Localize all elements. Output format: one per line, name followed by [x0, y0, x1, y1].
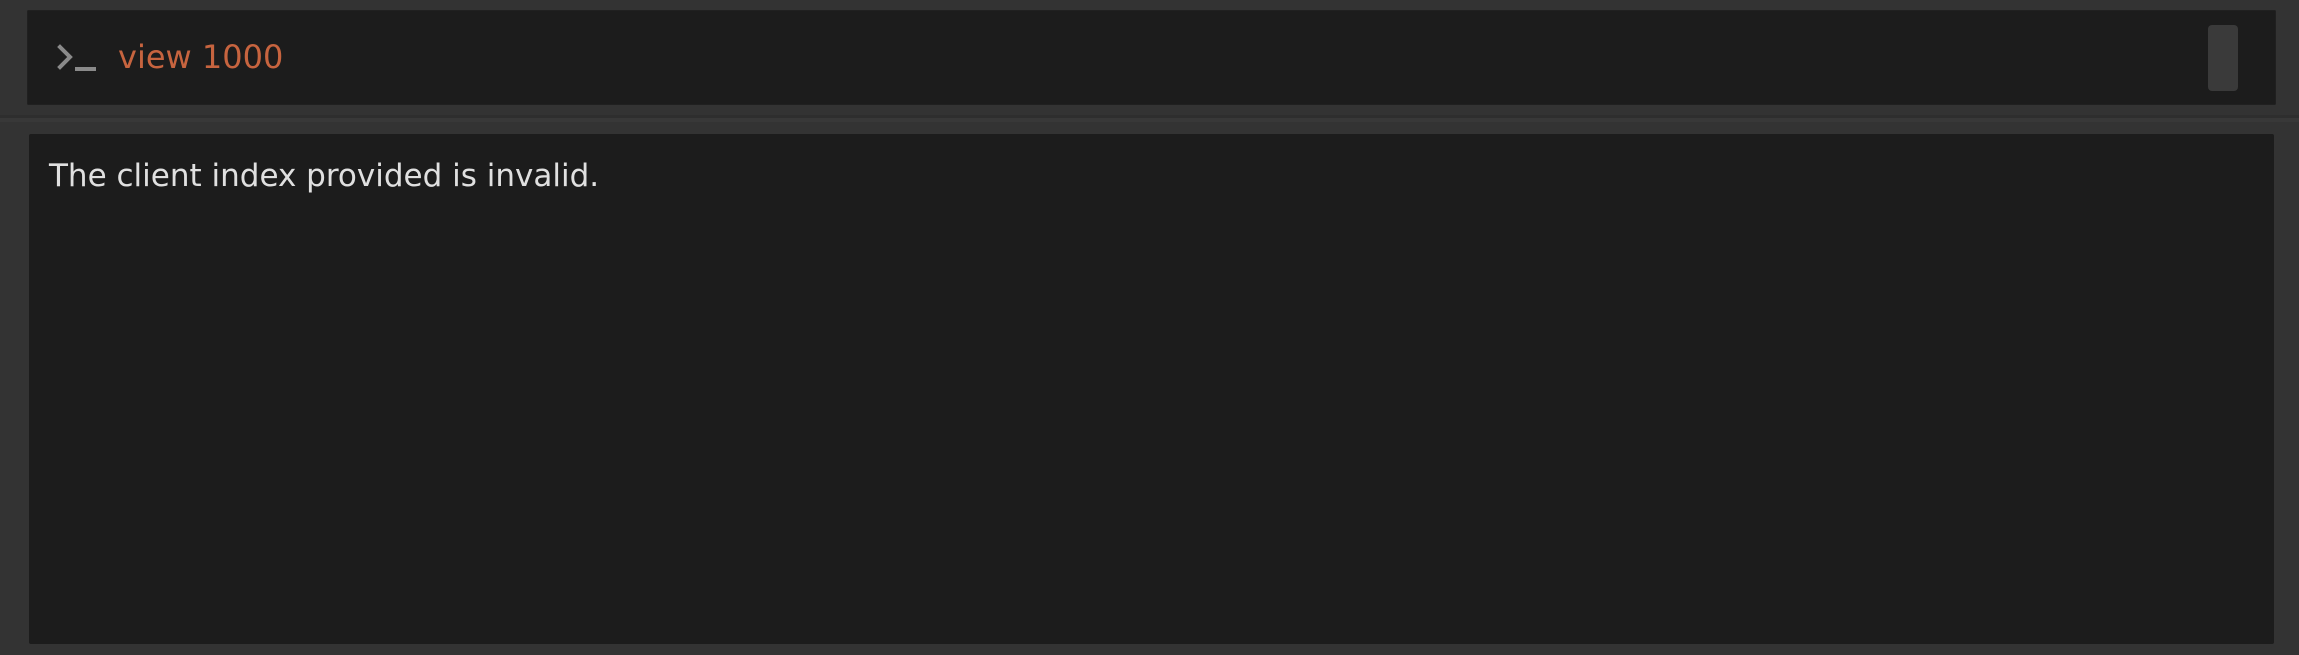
result-display: The client index provided is invalid.	[29, 134, 2274, 644]
command-input[interactable]: view 1000	[27, 10, 2276, 105]
command-text: view 1000	[118, 38, 284, 76]
scrollbar-handle[interactable]	[2208, 25, 2238, 91]
result-panel: The client index provided is invalid.	[0, 122, 2299, 655]
command-panel: view 1000	[0, 0, 2299, 118]
result-message: The client index provided is invalid.	[49, 158, 600, 194]
app-window: view 1000 The client index provided is i…	[0, 0, 2299, 655]
terminal-prompt-icon	[57, 44, 96, 71]
